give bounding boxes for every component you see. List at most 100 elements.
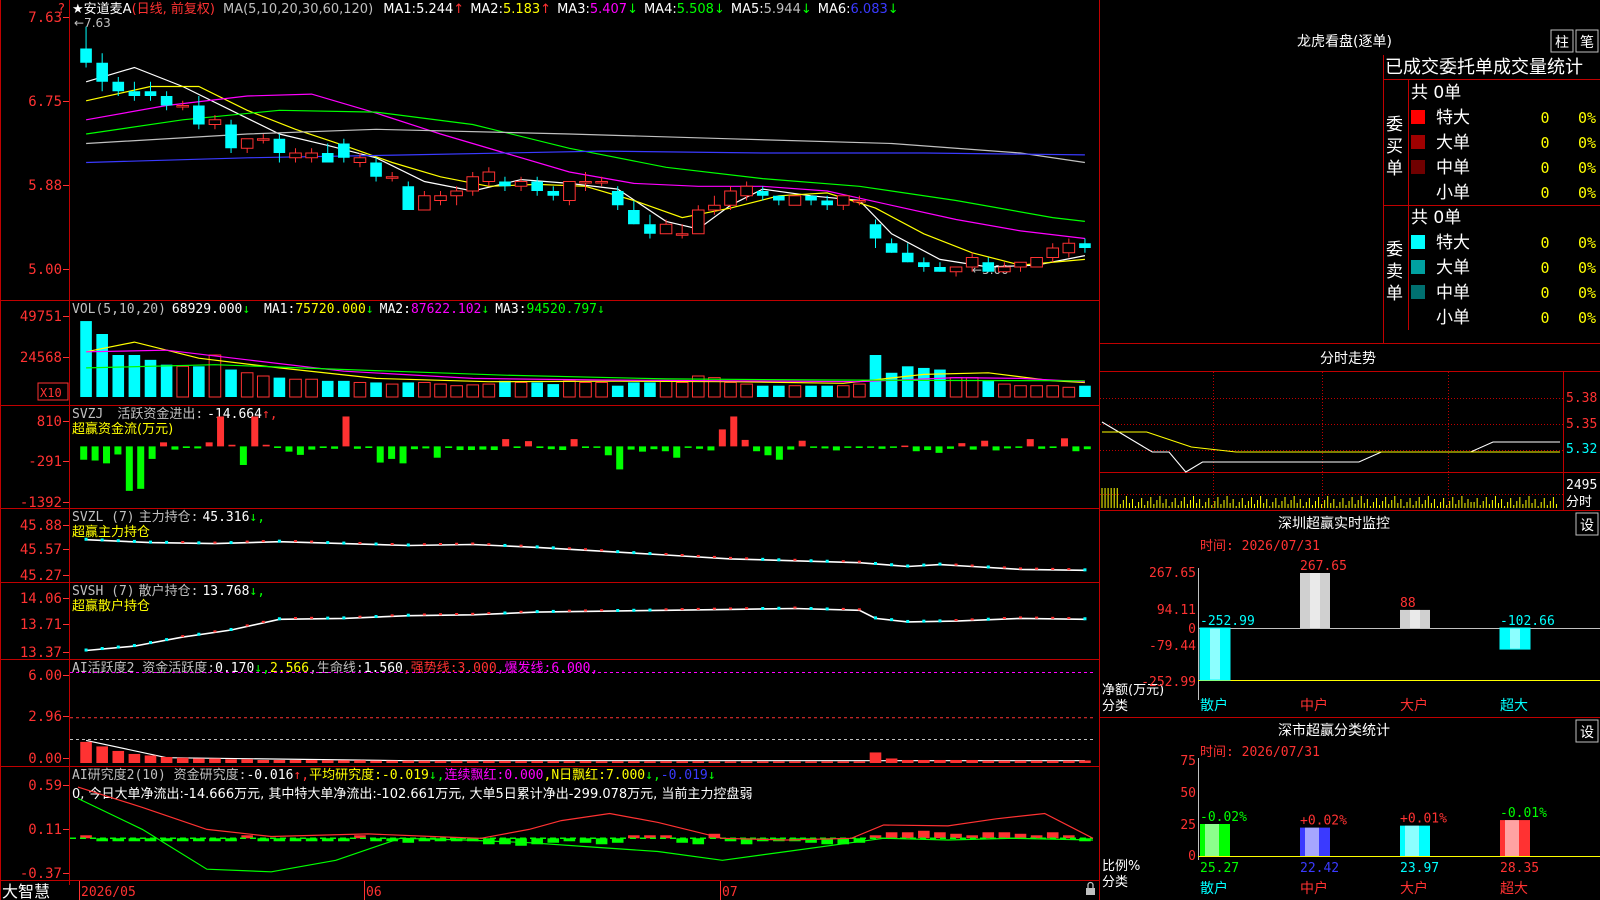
- ai-research-legend-part: ,N日飘红:: [544, 767, 606, 783]
- svzl-tick-mark: [970, 564, 974, 567]
- volume-bar-up: [1062, 386, 1076, 398]
- fund-flow-bar: [1060, 438, 1068, 447]
- stat-xlabel: 分类: [1102, 875, 1128, 890]
- svzl-tick-mark: [745, 557, 749, 560]
- volume-bar-down: [321, 380, 334, 397]
- ai-active-bar: [628, 761, 640, 763]
- svzl-tick-mark: [213, 541, 217, 544]
- stat-settings-button[interactable]: 设: [1575, 719, 1599, 743]
- fund-flow-bar: [559, 446, 567, 451]
- svzl-tick: 45.57: [20, 542, 62, 558]
- monitor-settings-button[interactable]: 设: [1575, 512, 1599, 536]
- tick-mode-button[interactable]: 笔: [1575, 29, 1599, 53]
- fund-flow-bar: [228, 444, 236, 447]
- monitor-category: 超大: [1500, 698, 1528, 714]
- order-pct: 0%: [1578, 109, 1596, 127]
- order-pct: 0%: [1578, 284, 1596, 302]
- ai-active-bar: [805, 761, 817, 763]
- stat-tick: 0: [1188, 849, 1196, 864]
- ai-research-bar: [885, 832, 898, 839]
- svsh-tick-mark: [277, 617, 281, 621]
- ai-active-bar: [756, 761, 769, 763]
- svzl-tick-mark: [729, 556, 732, 559]
- fund-flow-bar: [502, 439, 510, 447]
- volume-bar-up: [836, 385, 850, 398]
- fund-flow-bar: [80, 446, 88, 460]
- svzl-tick-mark: [535, 545, 539, 549]
- fund-flow-bar: [844, 446, 852, 448]
- ai-active-bar: [499, 760, 511, 763]
- fund-flow-bar: [331, 446, 339, 449]
- volume-bar-up: [1014, 385, 1027, 398]
- fund-flow-bar: [1083, 446, 1091, 450]
- fund-flow-bar: [251, 416, 259, 447]
- svzl-tick-mark: [922, 563, 926, 567]
- legend-arrow: ↓: [627, 2, 638, 17]
- candle-body-up: [305, 152, 318, 159]
- order-pct: 0%: [1578, 309, 1596, 327]
- fund-flow-bar: [604, 446, 612, 456]
- volume-bar-down: [869, 355, 882, 397]
- ai-active-bar: [112, 750, 125, 763]
- ai-research-comment: 0, 今日大单净流出:-14.666万元, 其中特大单净流出:-102.661万…: [72, 786, 752, 802]
- volume-bar-up: [385, 383, 399, 398]
- svzl-tick-mark: [1067, 568, 1071, 571]
- svsh-tick-mark: [890, 618, 894, 622]
- vol-legend: VOL(5,10,20) 68929.000↓ MA1:75720.000↓ MA2…: [72, 302, 605, 317]
- order-type: 大单: [1436, 258, 1470, 278]
- order-count: 0: [1540, 259, 1549, 277]
- ai-active-bar: [1046, 760, 1059, 763]
- stat-title: 深市超赢分类统计: [1278, 722, 1390, 739]
- fund-flow-bar: [627, 446, 635, 450]
- legend-value: 6.083: [851, 2, 888, 17]
- intraday-tick: 5.38: [1566, 391, 1597, 406]
- fund-flow-bar: [821, 446, 829, 449]
- svzl-tick-mark: [326, 541, 330, 545]
- volume-bar-down: [96, 334, 108, 397]
- svsh-tick-mark: [84, 648, 88, 652]
- svsh-tick-mark: [422, 613, 426, 616]
- date-label-jul: 07: [722, 885, 738, 900]
- svzl-tick-mark: [374, 542, 378, 546]
- legend-arrow: ↑: [453, 2, 464, 17]
- fund-flow-bar: [878, 446, 886, 449]
- legend-MA1: MA1:: [383, 2, 416, 17]
- order-count: 0: [1540, 284, 1549, 302]
- svsh-tick-mark: [358, 615, 362, 618]
- svsh-tick-mark: [455, 613, 459, 616]
- candle-body-down: [773, 195, 785, 201]
- svzl-tick-mark: [503, 543, 507, 547]
- bar-mode-button[interactable]: 柱: [1550, 29, 1574, 53]
- fund-flow-bar: [217, 416, 225, 447]
- fund-flow-bar: [798, 440, 806, 447]
- volume-bar-down: [128, 355, 141, 397]
- svzl-tick-mark: [487, 543, 491, 546]
- candle-body-down: [402, 186, 415, 210]
- volume-bar-up: [595, 381, 608, 398]
- fund-flow-bar: [239, 446, 247, 465]
- fund-flow-bar: [832, 446, 840, 451]
- svzl-tick-mark: [197, 541, 201, 545]
- ai-active-bar: [483, 760, 495, 763]
- svsh-tick-mark: [1035, 616, 1039, 619]
- svzl-tick: 45.88: [20, 518, 62, 534]
- fund-flow-bar: [399, 446, 407, 464]
- ai-active-bar: [209, 758, 221, 763]
- volume-bar-down: [193, 366, 205, 397]
- svsh-tick: 13.71: [20, 617, 62, 633]
- monitor-value-label: 267.65: [1300, 559, 1347, 574]
- svsh-tick-mark: [519, 610, 523, 613]
- fund-flow-bar: [296, 446, 304, 455]
- svsh-tick-mark: [229, 627, 233, 631]
- svsh-tick-mark: [567, 609, 571, 612]
- monitor-tick: 267.65: [1149, 566, 1196, 581]
- fund-flow-bar: [353, 446, 361, 449]
- ai-active-bar: [531, 761, 543, 763]
- order-pct: 0%: [1578, 184, 1596, 202]
- volume-bar-up: [675, 381, 689, 398]
- order-type: 特大: [1436, 108, 1470, 128]
- svzl-tick-mark: [551, 546, 555, 550]
- stat-tick: 50: [1180, 786, 1196, 801]
- stat-bar-highlight: [1205, 823, 1219, 856]
- candle-body-up: [289, 152, 302, 159]
